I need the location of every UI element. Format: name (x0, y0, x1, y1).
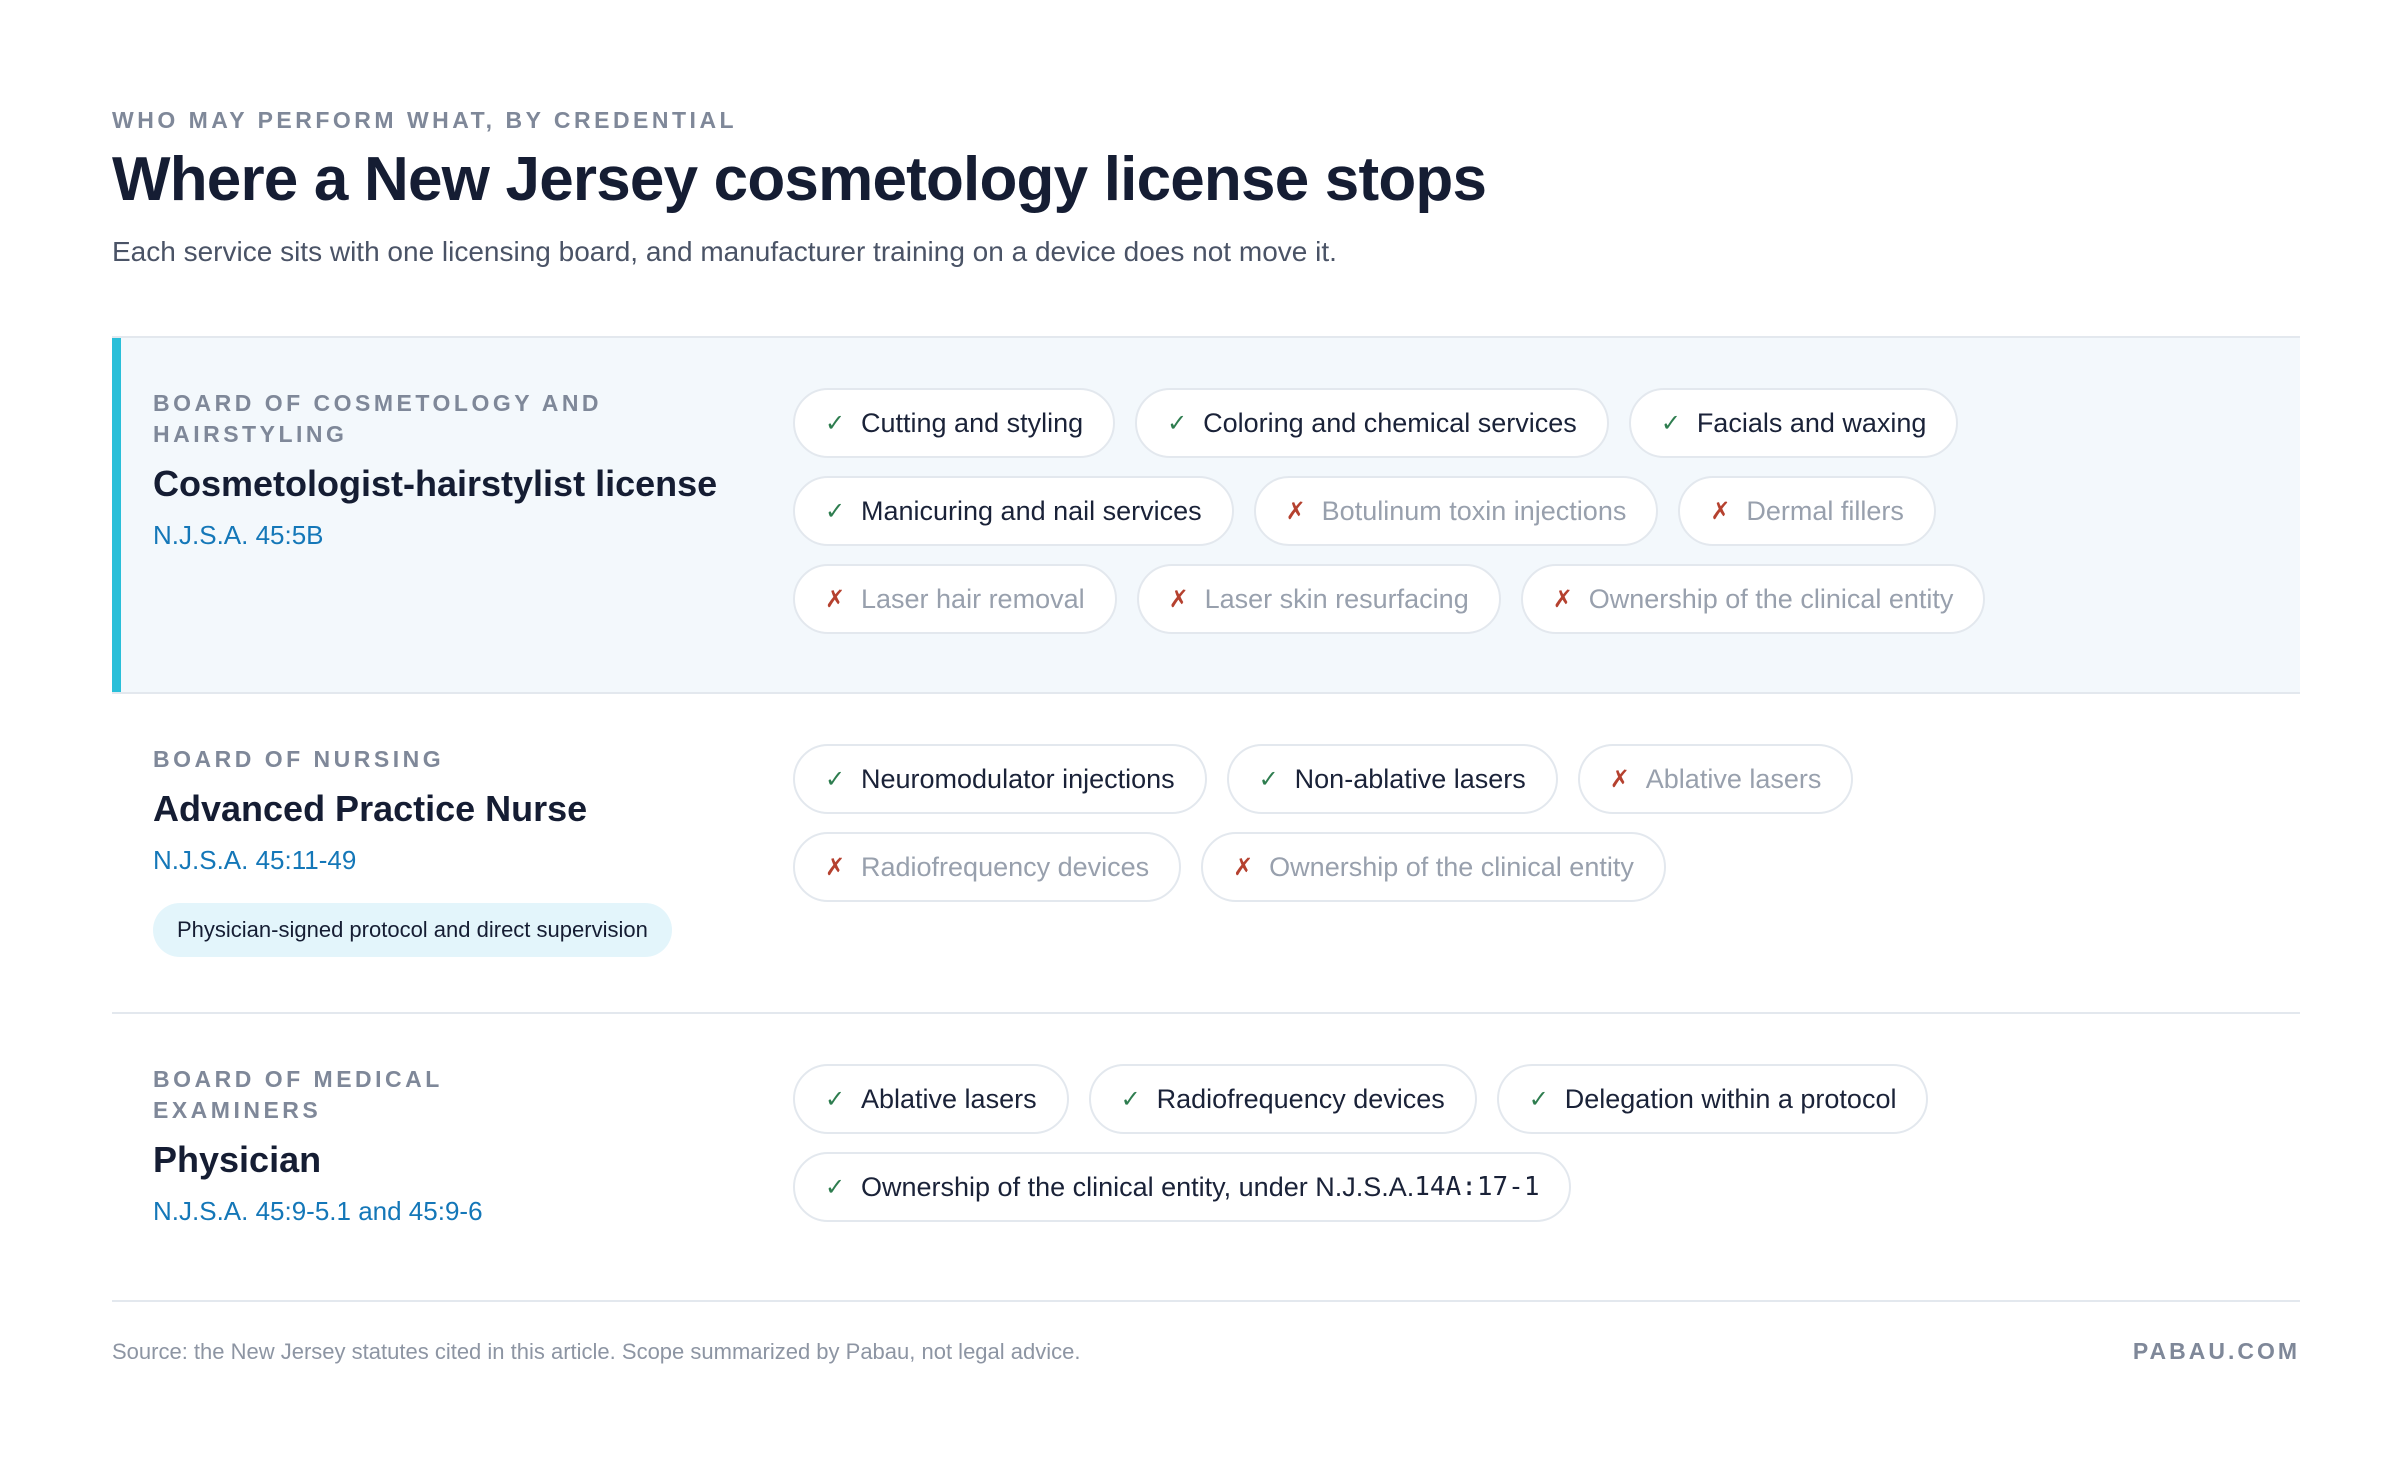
service-label: Cutting and styling (861, 407, 1084, 438)
service-list: ✓ Cutting and styling ✓ Coloring and chemic… (793, 388, 2253, 642)
service-label: Botulinum toxin injections (1321, 495, 1627, 526)
license-name: Cosmetologist-hairstylist license (153, 463, 718, 504)
service-pill: ✗ Ablative lasers (1577, 744, 1854, 814)
cross-icon: ✗ (1552, 585, 1573, 613)
service-label: Ablative lasers (861, 1083, 1037, 1114)
check-icon: ✓ (825, 497, 846, 525)
service-pill: ✓ Coloring and chemical services (1135, 388, 1609, 458)
service-pill: ✗ Laser hair removal (793, 564, 1117, 634)
service-label: Delegation within a protocol (1564, 1083, 1897, 1114)
service-pill: ✗ Dermal fillers (1678, 476, 1936, 546)
check-icon: ✓ (825, 409, 846, 437)
statute-reference: N.J.S.A. 45:9-5.1 and 45:9-6 (153, 1196, 483, 1226)
credential-info: BOARD OF NURSING Advanced Practice Nurse… (153, 744, 793, 962)
credential-rows: BOARD OF COSMETOLOGY AND HAIRSTYLING Cos… (112, 336, 2300, 1302)
supervision-note-badge: Physician-signed protocol and direct sup… (153, 903, 672, 957)
cross-icon: ✗ (1609, 765, 1630, 793)
service-label: Ablative lasers (1645, 763, 1822, 794)
service-label: Facials and waxing (1696, 407, 1927, 438)
service-pill: ✗ Ownership of the clinical entity (1201, 832, 1666, 902)
cross-icon: ✗ (1285, 497, 1306, 525)
service-label: Non-ablative lasers (1294, 763, 1526, 794)
cross-icon: ✗ (1710, 497, 1731, 525)
check-icon: ✓ (1120, 1085, 1141, 1113)
service-list: ✓ Neuromodulator injections ✓ Non-ablative … (793, 744, 2253, 962)
check-icon: ✓ (1528, 1085, 1549, 1113)
service-label: Laser skin resurfacing (1204, 583, 1469, 614)
service-label: Neuromodulator injections (861, 763, 1175, 794)
service-pill: ✓ Radiofrequency devices (1088, 1064, 1477, 1134)
service-label: Ownership of the clinical entity, under … (861, 1171, 1415, 1202)
service-pill: ✓ Facials and waxing (1628, 388, 1959, 458)
service-pill: ✓ Ablative lasers (793, 1064, 1069, 1134)
license-name: Advanced Practice Nurse (153, 788, 588, 829)
board-name: BOARD OF MEDICAL EXAMINERS (153, 1066, 443, 1123)
credential-info: BOARD OF MEDICAL EXAMINERS Physician N.J… (153, 1064, 793, 1250)
service-list: ✓ Ablative lasers ✓ Radiofrequency devices ✓… (793, 1064, 2253, 1250)
service-label: Manicuring and nail services (861, 495, 1202, 526)
board-name: BOARD OF COSMETOLOGY AND HAIRSTYLING (153, 390, 603, 447)
cross-icon: ✗ (825, 585, 846, 613)
service-pill: ✓ Ownership of the clinical entity, under… (793, 1152, 1572, 1222)
license-name: Physician (153, 1139, 322, 1180)
service-label: Radiofrequency devices (1156, 1083, 1445, 1114)
credential-row-cosmetology: BOARD OF COSMETOLOGY AND HAIRSTYLING Cos… (112, 338, 2300, 694)
statute-reference: N.J.S.A. 45:11-49 (153, 845, 357, 875)
source-note: Source: the New Jersey statutes cited in… (112, 1338, 1081, 1364)
service-label: Laser hair removal (861, 583, 1085, 614)
check-icon: ✓ (1167, 409, 1188, 437)
page-subtitle: Each service sits with one licensing boa… (112, 236, 1337, 267)
check-icon: ✓ (1258, 765, 1279, 793)
service-pill: ✓ Non-ablative lasers (1226, 744, 1558, 814)
service-label: Dermal fillers (1746, 495, 1904, 526)
service-label: Ownership of the clinical entity (1269, 851, 1634, 882)
service-pill: ✓ Delegation within a protocol (1496, 1064, 1929, 1134)
statute-reference: N.J.S.A. 45:5B (153, 520, 324, 550)
service-pill: ✓ Neuromodulator injections (793, 744, 1207, 814)
page-title: Where a New Jersey cosmetology license s… (112, 145, 1487, 214)
footer: Source: the New Jersey statutes cited in… (112, 1338, 2300, 1365)
credential-row-physician: BOARD OF MEDICAL EXAMINERS Physician N.J… (112, 1014, 2300, 1302)
credential-info: BOARD OF COSMETOLOGY AND HAIRSTYLING Cos… (153, 388, 793, 642)
service-pill: ✓ Cutting and styling (793, 388, 1116, 458)
eyebrow: WHO MAY PERFORM WHAT, BY CREDENTIAL (112, 107, 738, 133)
service-label: Radiofrequency devices (861, 851, 1150, 882)
check-icon: ✓ (825, 1173, 846, 1201)
check-icon: ✓ (825, 765, 846, 793)
service-label: Coloring and chemical services (1203, 407, 1577, 438)
board-name: BOARD OF NURSING (153, 746, 445, 772)
service-pill: ✗ Botulinum toxin injections (1253, 476, 1659, 546)
brand-mark: PABAU.COM (2132, 1338, 2300, 1364)
credential-scope-graphic: WHO MAY PERFORM WHAT, BY CREDENTIAL Wher… (112, 104, 2300, 1365)
cross-icon: ✗ (1233, 853, 1254, 881)
service-pill: ✓ Manicuring and nail services (793, 476, 1234, 546)
cross-icon: ✗ (1168, 585, 1189, 613)
service-pill: ✗ Radiofrequency devices (793, 832, 1182, 902)
service-pill: ✗ Laser skin resurfacing (1136, 564, 1501, 634)
check-icon: ✓ (1660, 409, 1681, 437)
credential-row-nursing: BOARD OF NURSING Advanced Practice Nurse… (112, 694, 2300, 1014)
statute-code: 14A:17-1 (1414, 1172, 1540, 1202)
service-label: Ownership of the clinical entity (1588, 583, 1954, 614)
service-pill: ✗ Ownership of the clinical entity (1520, 564, 1986, 634)
check-icon: ✓ (825, 1085, 846, 1113)
cross-icon: ✗ (825, 853, 846, 881)
